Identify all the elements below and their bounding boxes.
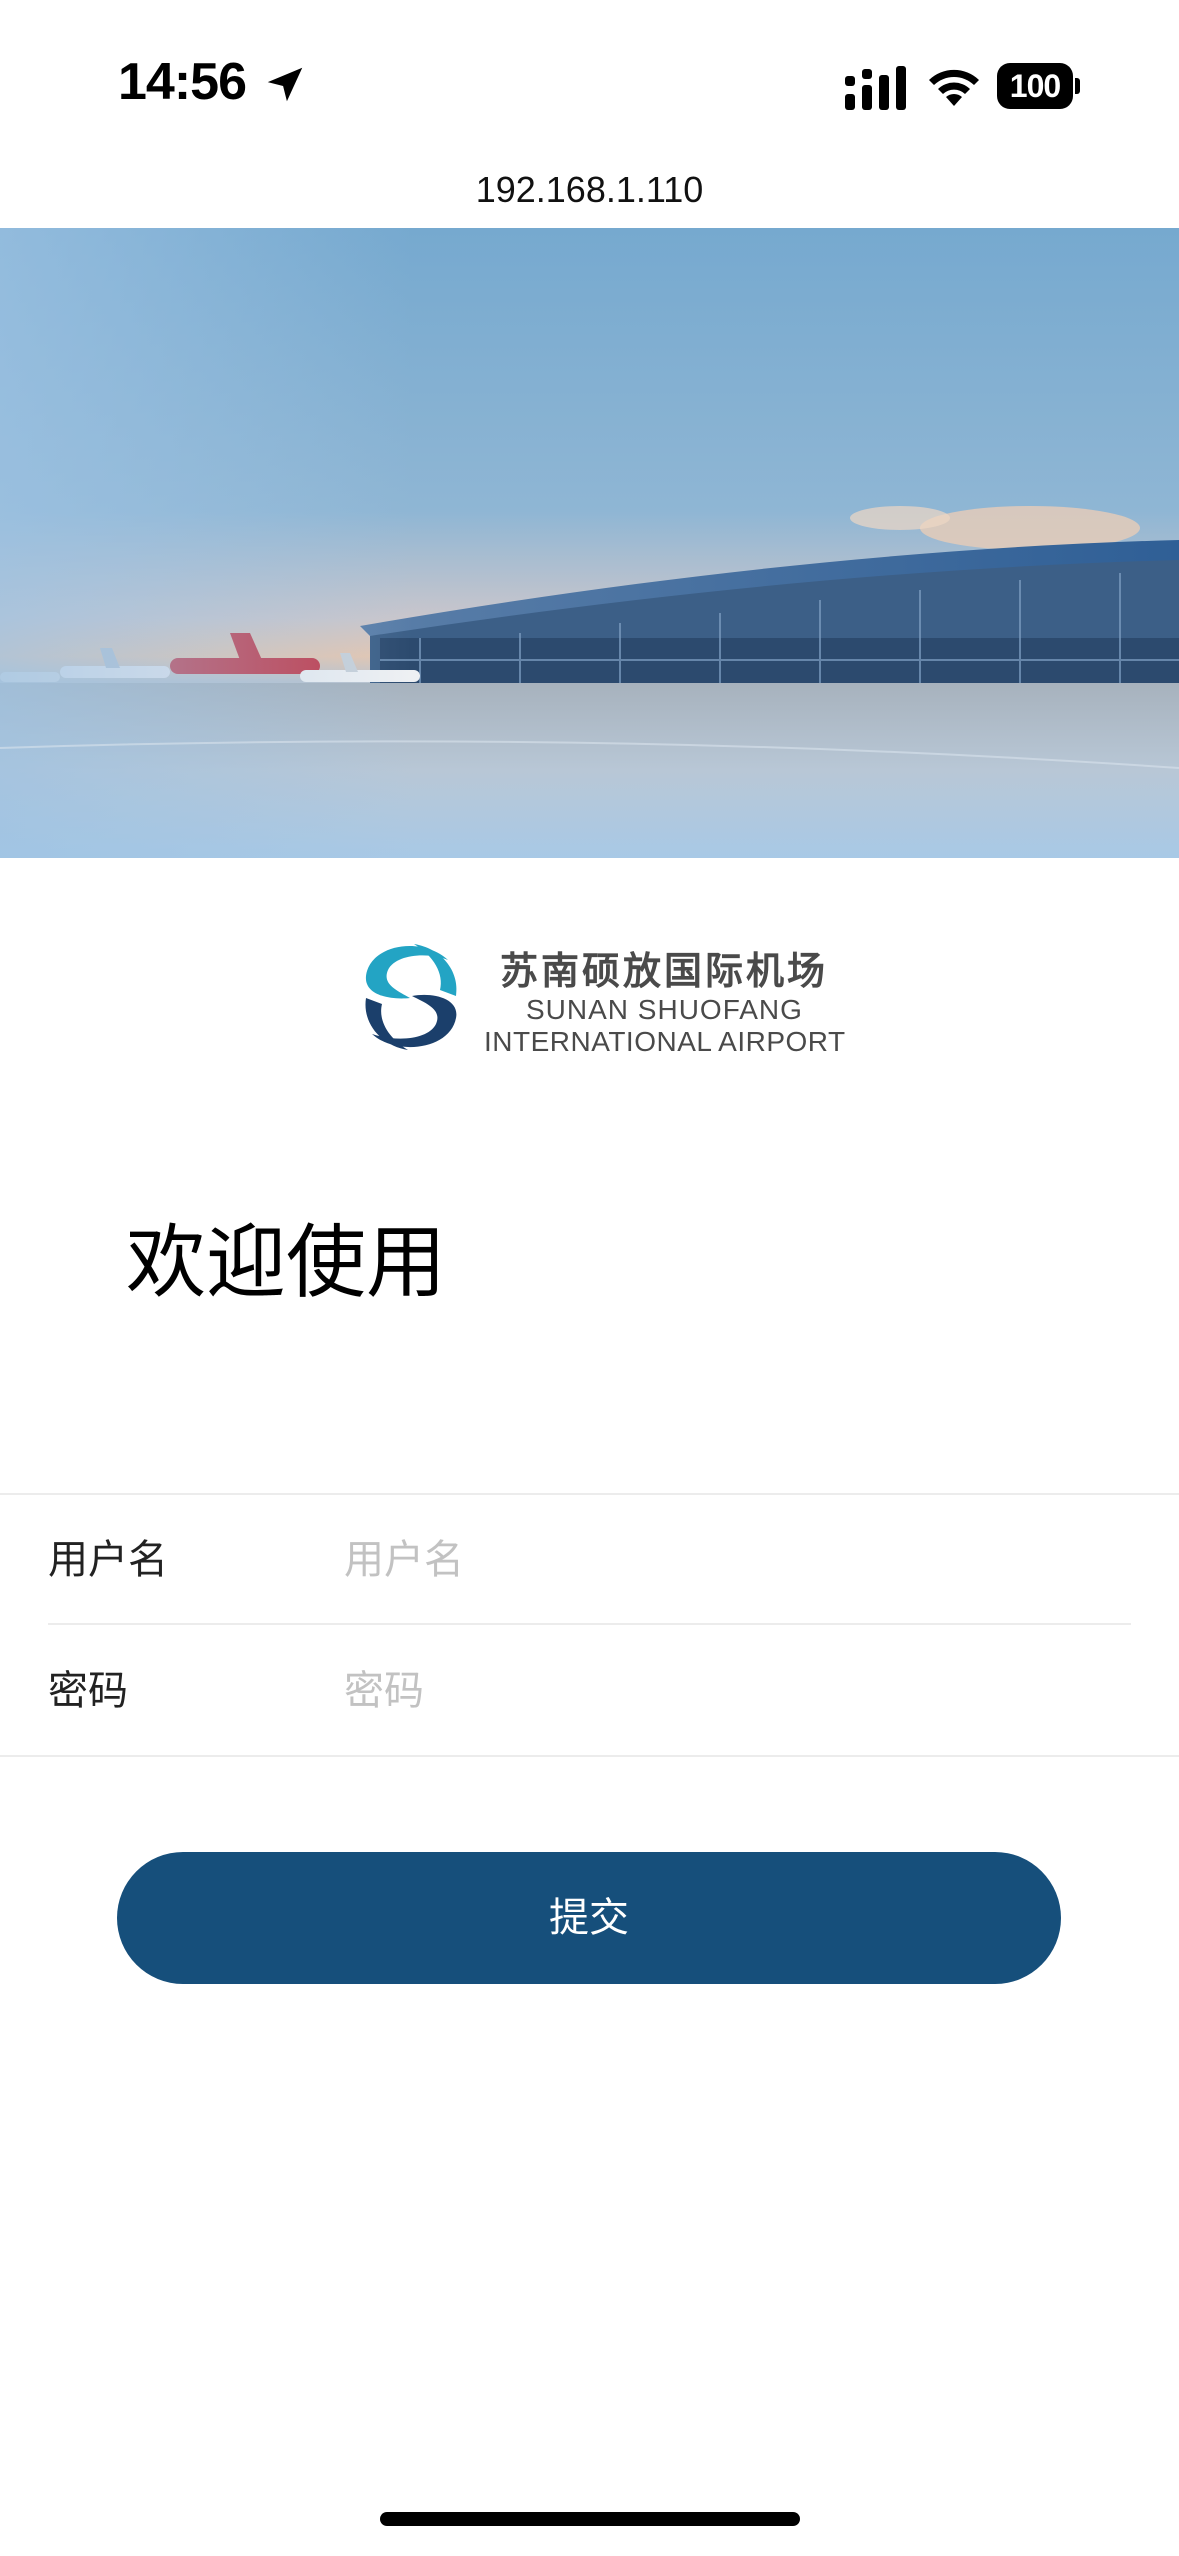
- battery-level: 100: [997, 63, 1073, 109]
- airport-name-en-line1: SUNAN SHUOFANG: [526, 994, 803, 1025]
- password-input[interactable]: [344, 1656, 1124, 1726]
- airport-name-en-line2: INTERNATIONAL AIRPORT: [484, 1026, 846, 1057]
- status-bar: 14:56 100: [0, 0, 1179, 150]
- home-indicator[interactable]: [380, 2512, 800, 2526]
- airport-logo-mark-icon: [356, 943, 464, 1051]
- airport-logo: 苏南硕放国际机场 SUNAN SHUOFANG INTERNATIONAL AI…: [352, 932, 845, 1062]
- cellular-signal-icon: [845, 66, 906, 110]
- battery-icon: 100: [997, 63, 1081, 109]
- password-label: 密码: [48, 1668, 128, 1714]
- welcome-heading: 欢迎使用: [126, 1216, 446, 1309]
- status-time: 14:56: [118, 53, 247, 111]
- username-input[interactable]: [344, 1525, 1124, 1595]
- username-row: 用户名: [48, 1495, 1131, 1625]
- password-row: 密码: [48, 1626, 1131, 1756]
- address-bar[interactable]: 192.168.1.110: [0, 155, 1179, 225]
- airport-terminal-photo: [0, 228, 1179, 858]
- airport-name-cn: 苏南硕放国际机场: [500, 949, 829, 993]
- url-text: 192.168.1.110: [475, 169, 704, 210]
- hero-airport-image: [0, 228, 1179, 858]
- submit-button[interactable]: 提交: [117, 1852, 1061, 1984]
- location-arrow-icon: [267, 67, 303, 102]
- wifi-icon: [929, 69, 979, 106]
- battery-tip: [1075, 78, 1080, 94]
- login-form: 用户名 密码: [0, 1493, 1179, 1757]
- username-label: 用户名: [48, 1537, 168, 1583]
